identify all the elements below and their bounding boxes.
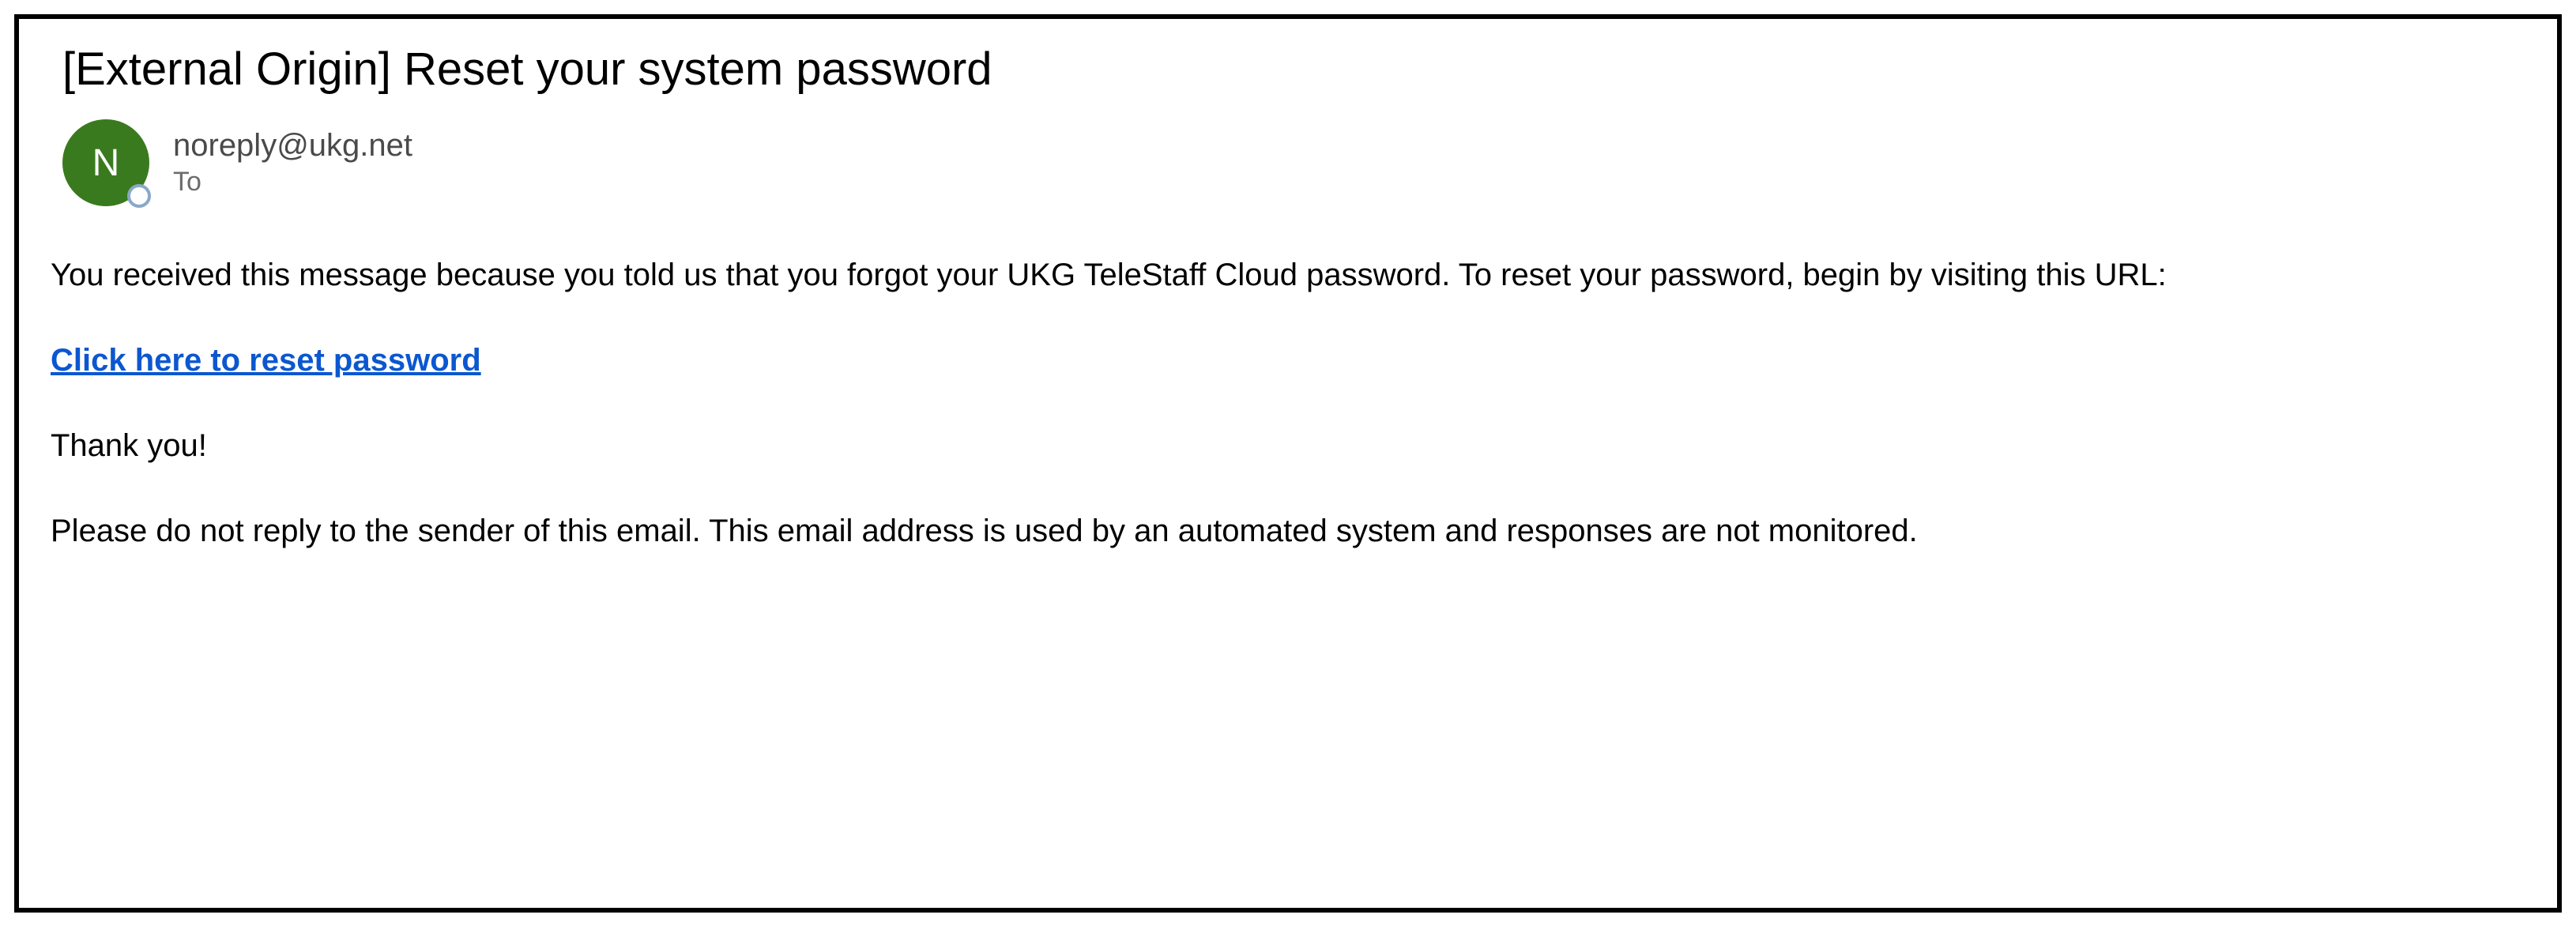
email-subject: [External Origin] Reset your system pass…: [51, 43, 2525, 96]
sender-info: noreply@ukg.net To: [173, 126, 412, 199]
avatar-wrap: N: [62, 119, 149, 206]
presence-indicator-icon: [127, 184, 151, 208]
email-message: [External Origin] Reset your system pass…: [14, 14, 2562, 913]
email-body: You received this message because you to…: [51, 254, 2525, 552]
body-thanks: Thank you!: [51, 424, 2525, 467]
sender-address[interactable]: noreply@ukg.net: [173, 126, 412, 164]
reset-password-link[interactable]: Click here to reset password: [51, 343, 481, 378]
body-footer: Please do not reply to the sender of thi…: [51, 510, 2525, 552]
sender-row: N noreply@ukg.net To: [51, 119, 2525, 206]
body-intro: You received this message because you to…: [51, 254, 2525, 296]
avatar-initial: N: [92, 141, 120, 185]
to-label: To: [173, 164, 412, 199]
